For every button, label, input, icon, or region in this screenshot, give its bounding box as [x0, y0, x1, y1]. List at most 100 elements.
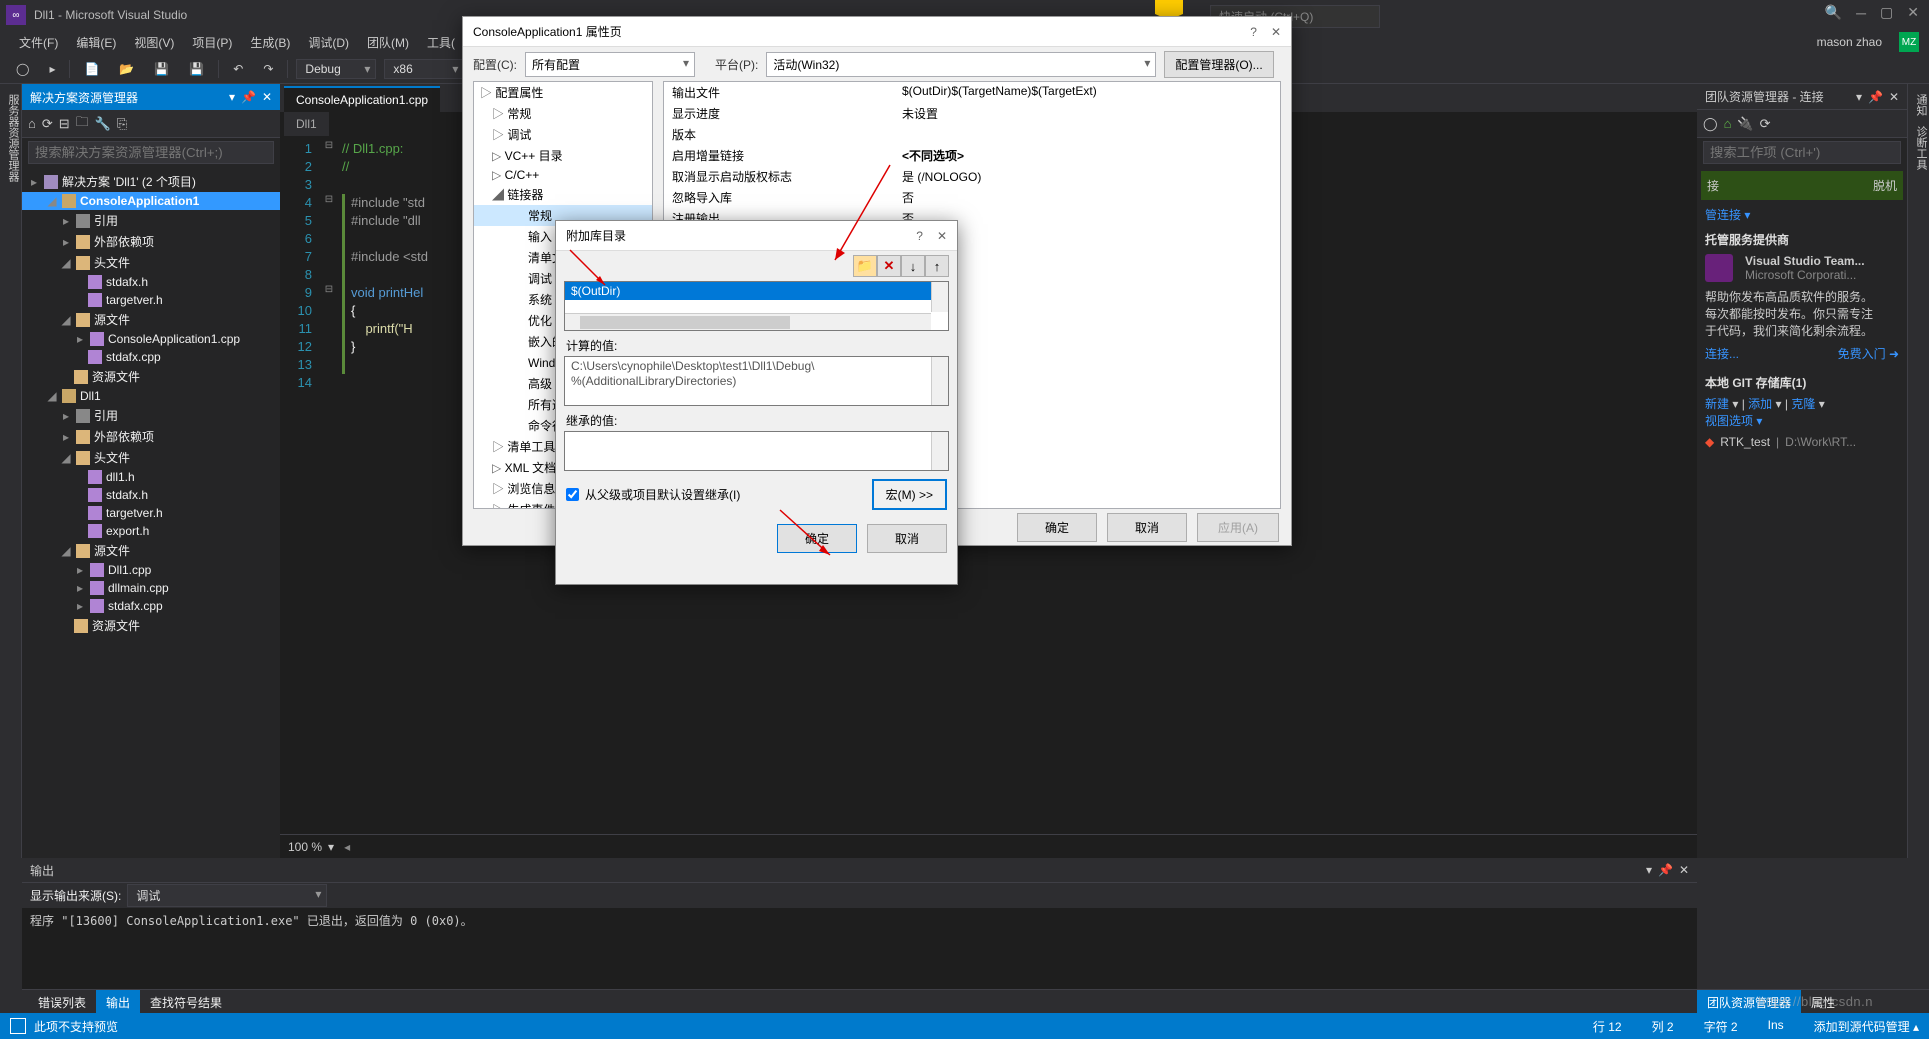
file-dllmain-cpp[interactable]: ▸dllmain.cpp [22, 579, 280, 597]
resource-files-node[interactable]: 资源文件 [22, 366, 280, 387]
project-node-dll1[interactable]: ◢Dll1 [22, 387, 280, 405]
search-icon[interactable]: 🔍 [1825, 4, 1842, 21]
pane-dropdown-icon[interactable]: ▾ [229, 90, 235, 104]
connect-link[interactable]: 连接... [1705, 345, 1739, 362]
external-deps-node[interactable]: ▸外部依赖项 [22, 231, 280, 252]
rp-close-icon[interactable]: ✕ [1889, 90, 1899, 104]
doc-tab-consoleapp[interactable]: ConsoleApplication1.cpp [284, 86, 440, 112]
menu-tools[interactable]: 工具( [418, 31, 464, 54]
open-button[interactable]: 📂 [113, 59, 140, 79]
platform-select[interactable]: 活动(Win32) [766, 52, 1156, 77]
status-scm[interactable]: 添加到源代码管理 ▴ [1814, 1018, 1919, 1035]
file-stdafx-h[interactable]: stdafx.h [22, 273, 280, 291]
dll1-external-deps[interactable]: ▸外部依赖项 [22, 426, 280, 447]
config-select[interactable]: 所有配置 [525, 52, 695, 77]
undo-button[interactable]: ↶ [227, 59, 249, 79]
new-project-button[interactable]: 📄 [78, 59, 105, 79]
notifications-tab[interactable]: 通知 [1908, 94, 1929, 116]
platform-combo[interactable]: x86 [384, 59, 464, 79]
lib-path-entry[interactable]: $(OutDir) [565, 282, 948, 300]
prop-ok-button[interactable]: 确定 [1017, 513, 1097, 542]
project-node-consoleapp[interactable]: ◢ConsoleApplication1 [22, 192, 280, 210]
file-dll1-cpp[interactable]: ▸Dll1.cpp [22, 561, 280, 579]
config-combo[interactable]: Debug [296, 59, 376, 79]
output-text[interactable]: 程序 "[13600] ConsoleApplication1.exe" 已退出… [22, 908, 1697, 989]
dll1-source-files[interactable]: ◢源文件 [22, 540, 280, 561]
prop-cancel-button[interactable]: 取消 [1107, 513, 1187, 542]
file-targetver-h[interactable]: targetver.h [22, 291, 280, 309]
rp-back-icon[interactable]: ◯ [1703, 116, 1718, 132]
file-stdafx-cpp[interactable]: stdafx.cpp [22, 348, 280, 366]
new-line-button[interactable]: 📁 [853, 255, 877, 277]
pane-pin-icon[interactable]: 📌 [241, 90, 256, 104]
nav-back-button[interactable]: ◯ [10, 59, 35, 79]
redo-button[interactable]: ↷ [257, 59, 279, 79]
git-add-link[interactable]: 添加 [1748, 397, 1772, 411]
out-pin-icon[interactable]: 📌 [1658, 863, 1673, 877]
error-list-tab[interactable]: 错误列表 [28, 990, 96, 1013]
lib-paths-list[interactable]: $(OutDir) [564, 281, 949, 331]
rp-pin-icon[interactable]: 📌 [1868, 90, 1883, 104]
output-source-combo[interactable]: 调试 [127, 884, 327, 907]
file-dll1-h[interactable]: dll1.h [22, 468, 280, 486]
free-start-link[interactable]: 免费入门 ➜ [1838, 345, 1899, 362]
scrollbar-horizontal[interactable] [565, 313, 931, 330]
references-node[interactable]: ▸引用 [22, 210, 280, 231]
scrollbar-vertical[interactable] [931, 282, 948, 312]
collapse-icon[interactable]: ⊟ [59, 116, 70, 132]
preview-icon[interactable]: ⎘ [117, 116, 127, 132]
git-view-link[interactable]: 视图选项 ▾ [1705, 412, 1899, 429]
rp-search-input[interactable] [1703, 141, 1901, 164]
user-name[interactable]: mason zhao [1808, 32, 1891, 52]
dll1-header-files[interactable]: ◢头文件 [22, 447, 280, 468]
move-down-button[interactable]: ↓ [901, 255, 925, 277]
server-explorer-tab[interactable]: 服务器资源管理器 [0, 94, 21, 182]
rp-refresh-icon[interactable]: ⟳ [1760, 116, 1771, 132]
inherit-checkbox[interactable] [566, 488, 579, 501]
saveall-button[interactable]: 💾 [183, 59, 210, 79]
file-export-h[interactable]: export.h [22, 522, 280, 540]
menu-team[interactable]: 团队(M) [358, 31, 418, 54]
menu-file[interactable]: 文件(F) [10, 31, 67, 54]
maximize-button[interactable]: ▢ [1880, 4, 1893, 21]
dll1-resource-files[interactable]: 资源文件 [22, 615, 280, 636]
config-manager-button[interactable]: 配置管理器(O)... [1164, 51, 1273, 78]
macros-button[interactable]: 宏(M) >> [872, 479, 947, 510]
user-avatar[interactable]: MZ [1899, 32, 1919, 52]
nav-bar-scope[interactable]: Dll1 [284, 112, 329, 136]
git-clone-link[interactable]: 克隆 [1791, 397, 1815, 411]
prop-help-icon[interactable]: ? [1250, 25, 1257, 39]
output-tab[interactable]: 输出 [96, 990, 140, 1013]
solution-search-input[interactable] [28, 141, 274, 164]
rp-dropdown-icon[interactable]: ▾ [1856, 90, 1862, 104]
solution-node[interactable]: ▸解决方案 'Dll1' (2 个项目) [22, 171, 280, 192]
git-new-link[interactable]: 新建 [1705, 397, 1729, 411]
header-files-node[interactable]: ◢头文件 [22, 252, 280, 273]
out-dropdown-icon[interactable]: ▾ [1646, 863, 1652, 877]
properties-icon[interactable]: 🔧 [95, 116, 111, 132]
sync-icon[interactable]: ⟳ [42, 116, 53, 132]
rp-plug-icon[interactable]: 🔌 [1737, 116, 1753, 132]
minimize-button[interactable]: ─ [1856, 5, 1866, 21]
lib-ok-button[interactable]: 确定 [777, 524, 857, 553]
rp-home-icon[interactable]: ⌂ [1724, 116, 1732, 131]
menu-edit[interactable]: 编辑(E) [67, 31, 125, 54]
find-symbol-tab[interactable]: 查找符号结果 [140, 990, 232, 1013]
menu-build[interactable]: 生成(B) [241, 31, 299, 54]
showall-icon[interactable]: 🗀 [76, 113, 89, 135]
file-dll1-targetver-h[interactable]: targetver.h [22, 504, 280, 522]
git-repo-name[interactable]: RTK_test [1720, 435, 1770, 449]
prop-close-icon[interactable]: ✕ [1271, 25, 1281, 39]
lib-cancel-button[interactable]: 取消 [867, 524, 947, 553]
source-files-node[interactable]: ◢源文件 [22, 309, 280, 330]
menu-debug[interactable]: 调试(D) [299, 31, 358, 54]
manage-connections-link[interactable]: 管连接 ▾ [1705, 206, 1899, 223]
diagnostics-tab[interactable]: 诊断工具 [1908, 126, 1929, 170]
menu-project[interactable]: 项目(P) [183, 31, 241, 54]
file-dll1-stdafx-cpp[interactable]: ▸stdafx.cpp [22, 597, 280, 615]
move-up-button[interactable]: ↑ [925, 255, 949, 277]
dll1-references[interactable]: ▸引用 [22, 405, 280, 426]
out-close-icon[interactable]: ✕ [1679, 863, 1689, 877]
close-button[interactable]: ✕ [1907, 4, 1919, 21]
menu-view[interactable]: 视图(V) [125, 31, 183, 54]
